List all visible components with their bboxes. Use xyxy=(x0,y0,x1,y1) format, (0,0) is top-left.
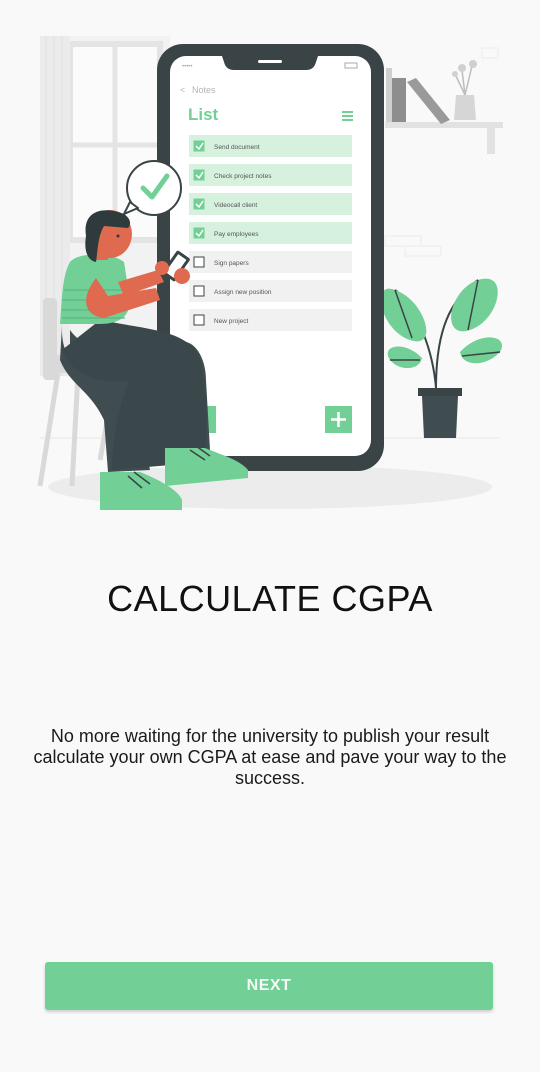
phone-todo-label: New project xyxy=(214,318,249,325)
checkbox-empty-icon xyxy=(193,314,205,326)
phone-todo-item: Assign new position xyxy=(189,280,352,302)
phone-back-label: Notes xyxy=(192,85,216,95)
phone-todo-item: Videocall client xyxy=(189,193,352,215)
phone-add-icon xyxy=(325,406,352,433)
onboarding-illustration: ••••• < Notes List Send document Check pr… xyxy=(0,0,540,540)
phone-todo-label: Send document xyxy=(214,144,260,151)
illustration-svg: ••••• < Notes List Send document Check pr… xyxy=(37,36,503,510)
phone-todo-item: Sign papers xyxy=(189,251,352,273)
phone-todo-label: Pay employees xyxy=(214,231,259,238)
svg-text:<: < xyxy=(180,85,185,95)
next-button[interactable]: NEXT xyxy=(45,962,493,1010)
page-title: CALCULATE CGPA xyxy=(107,578,433,619)
shelf xyxy=(385,47,503,154)
checkbox-empty-icon xyxy=(193,256,205,268)
phone-todo-list: Send document Check project notes Videocal… xyxy=(189,135,352,331)
checkbox-empty-icon xyxy=(193,285,205,297)
phone-todo-item: New project xyxy=(189,309,352,331)
phone-todo-item: Send document xyxy=(189,135,352,157)
svg-text:•••••: ••••• xyxy=(182,64,193,70)
phone-todo-item: Pay employees xyxy=(189,222,352,244)
plant xyxy=(380,278,502,438)
page-description: No more waiting for the university to pu… xyxy=(33,726,507,788)
phone-list-title: List xyxy=(188,105,219,124)
phone-todo-item: Check project notes xyxy=(189,164,352,186)
phone-todo-label: Sign papers xyxy=(214,260,249,267)
phone-todo-label: Assign new position xyxy=(214,289,272,296)
phone-todo-label: Check project notes xyxy=(214,173,272,180)
phone-todo-label: Videocall client xyxy=(214,202,257,209)
